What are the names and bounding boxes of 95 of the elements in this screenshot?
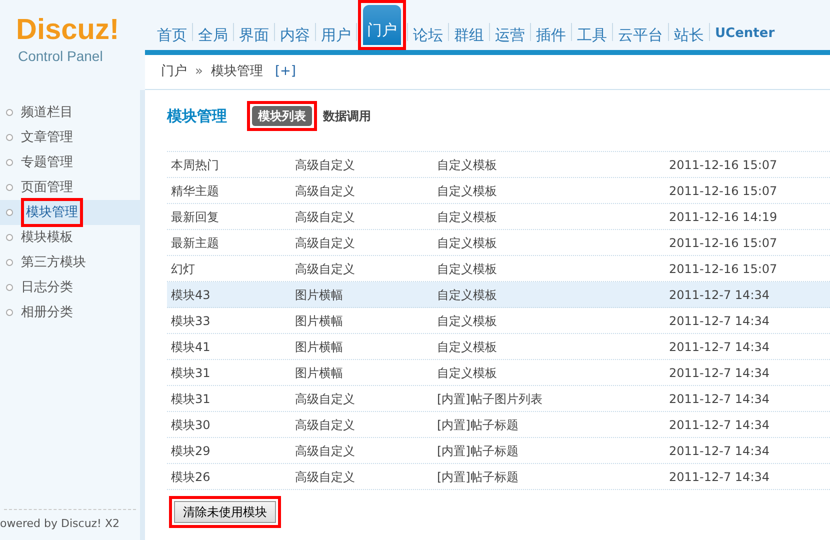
table-cell: 图片横幅 — [295, 288, 343, 302]
table-cell: 高级自定义 — [295, 158, 355, 172]
breadcrumb-link[interactable]: 门户 — [161, 62, 187, 82]
table-cell: 自定义模板 — [437, 158, 497, 172]
clear-unused-modules-button[interactable]: 清除未使用模块 — [174, 501, 276, 523]
table-cell: 自定义模板 — [437, 366, 497, 380]
table-cell: 高级自定义 — [295, 236, 355, 250]
breadcrumb-current: 模块管理 — [210, 63, 263, 82]
nav-tab[interactable]: 门户 — [363, 5, 401, 45]
powered-by-text: owered by Discuz! X2 — [0, 516, 120, 532]
sidebar-item[interactable]: 模块管理 — [26, 202, 78, 222]
sidebar-item[interactable]: 频道栏目 — [21, 102, 73, 122]
add-shortcut-link[interactable]: [+] — [274, 62, 296, 82]
bullet-icon — [6, 234, 13, 241]
table-cell: 模块31 — [171, 392, 210, 406]
table-cell: 自定义模板 — [437, 288, 497, 302]
bullet-icon — [6, 259, 13, 266]
bullet-icon — [6, 109, 13, 116]
logo-subtitle: Control Panel — [17, 47, 103, 66]
table-cell: 自定义模板 — [437, 262, 497, 276]
nav-tab[interactable]: 云平台 — [614, 20, 667, 50]
nav-tab[interactable]: 首页 — [153, 20, 191, 50]
table-cell: 模块29 — [171, 444, 210, 458]
table-cell: 图片横幅 — [295, 366, 343, 380]
table-cell: 模块43 — [171, 288, 210, 302]
table-cell: 高级自定义 — [295, 262, 355, 276]
sub-tab[interactable]: 模块列表 — [252, 106, 312, 126]
sidebar-item[interactable]: 模块模板 — [21, 228, 73, 248]
table-cell: 2011-12-16 15:07 — [669, 262, 778, 276]
sidebar-item[interactable]: 第三方模块 — [21, 252, 86, 272]
bullet-icon — [6, 209, 13, 216]
table-cell: 2011-12-7 14:34 — [669, 444, 770, 458]
sidebar-item[interactable]: 相册分类 — [21, 302, 73, 322]
bullet-icon — [6, 184, 13, 191]
table-cell: 模块41 — [171, 340, 210, 354]
table-cell: 2011-12-7 14:34 — [669, 340, 770, 354]
table-cell: 自定义模板 — [437, 210, 497, 224]
table-cell: 高级自定义 — [295, 210, 355, 224]
logo-text: Discuz! — [16, 14, 120, 46]
bullet-icon — [6, 284, 13, 291]
nav-tab[interactable]: 全局 — [194, 20, 232, 50]
sidebar-item[interactable]: 日志分类 — [21, 278, 73, 298]
table-cell: 自定义模板 — [437, 340, 497, 354]
nav-tab[interactable]: 站长 — [670, 20, 708, 50]
page-title: 模块管理 — [167, 106, 227, 127]
breadcrumb-separator: » — [195, 63, 203, 82]
table-cell: 最新主题 — [171, 236, 219, 250]
sidebar-item[interactable]: 专题管理 — [21, 152, 73, 172]
sidebar-item[interactable]: 文章管理 — [21, 128, 73, 148]
nav-tab[interactable]: 工具 — [573, 20, 611, 50]
table-cell: 2011-12-16 14:19 — [669, 210, 778, 224]
table-cell: 幻灯 — [171, 262, 195, 276]
table-cell: [内置]帖子标题 — [437, 470, 518, 484]
table-cell: 2011-12-7 14:34 — [669, 366, 770, 380]
table-cell: 高级自定义 — [295, 184, 355, 198]
nav-tab[interactable]: 群组 — [450, 20, 488, 50]
table-cell: 高级自定义 — [295, 418, 355, 432]
table-cell: 模块33 — [171, 314, 210, 328]
table-cell: 最新回复 — [171, 210, 219, 224]
table-cell: 模块26 — [171, 470, 210, 484]
table-cell: 精华主题 — [171, 184, 219, 198]
table-cell: 2011-12-16 15:07 — [669, 236, 778, 250]
table-cell: 自定义模板 — [437, 236, 497, 250]
nav-tab[interactable]: 内容 — [276, 20, 314, 50]
table-cell: 本周热门 — [171, 158, 219, 172]
table-cell: 自定义模板 — [437, 184, 497, 198]
table-cell: 高级自定义 — [295, 392, 355, 406]
nav-tab[interactable]: 用户 — [317, 20, 355, 50]
table-cell: 2011-12-7 14:34 — [669, 392, 770, 406]
table-cell: 高级自定义 — [295, 470, 355, 484]
nav-tab[interactable]: 界面 — [235, 20, 273, 50]
table-cell: 图片横幅 — [295, 314, 343, 328]
table-cell: 模块30 — [171, 418, 210, 432]
nav-tab[interactable]: 论坛 — [409, 20, 447, 50]
table-cell: 自定义模板 — [437, 314, 497, 328]
table-cell: 2011-12-7 14:34 — [669, 288, 770, 302]
nav-tab[interactable]: UCenter — [711, 20, 779, 50]
table-cell: 模块31 — [171, 366, 210, 380]
table-cell: 2011-12-16 15:07 — [669, 158, 778, 172]
table-cell: [内置]帖子标题 — [437, 418, 518, 432]
table-cell: [内置]帖子图片列表 — [437, 392, 542, 406]
table-cell: 2011-12-7 14:34 — [669, 314, 770, 328]
table-cell: 2011-12-7 14:34 — [669, 470, 770, 484]
bullet-icon — [6, 134, 13, 141]
nav-tab[interactable]: 运营 — [491, 20, 529, 50]
table-cell: 2011-12-16 15:07 — [669, 184, 778, 198]
nav-tab[interactable]: 插件 — [532, 20, 570, 50]
table-cell: 图片横幅 — [295, 340, 343, 354]
bullet-icon — [6, 159, 13, 166]
table-cell: [内置]帖子标题 — [437, 444, 518, 458]
table-cell: 高级自定义 — [295, 444, 355, 458]
bullet-icon — [6, 309, 13, 316]
sidebar-item[interactable]: 页面管理 — [21, 178, 73, 198]
sub-tab[interactable]: 数据调用 — [323, 107, 371, 125]
table-cell: 2011-12-7 14:34 — [669, 418, 770, 432]
